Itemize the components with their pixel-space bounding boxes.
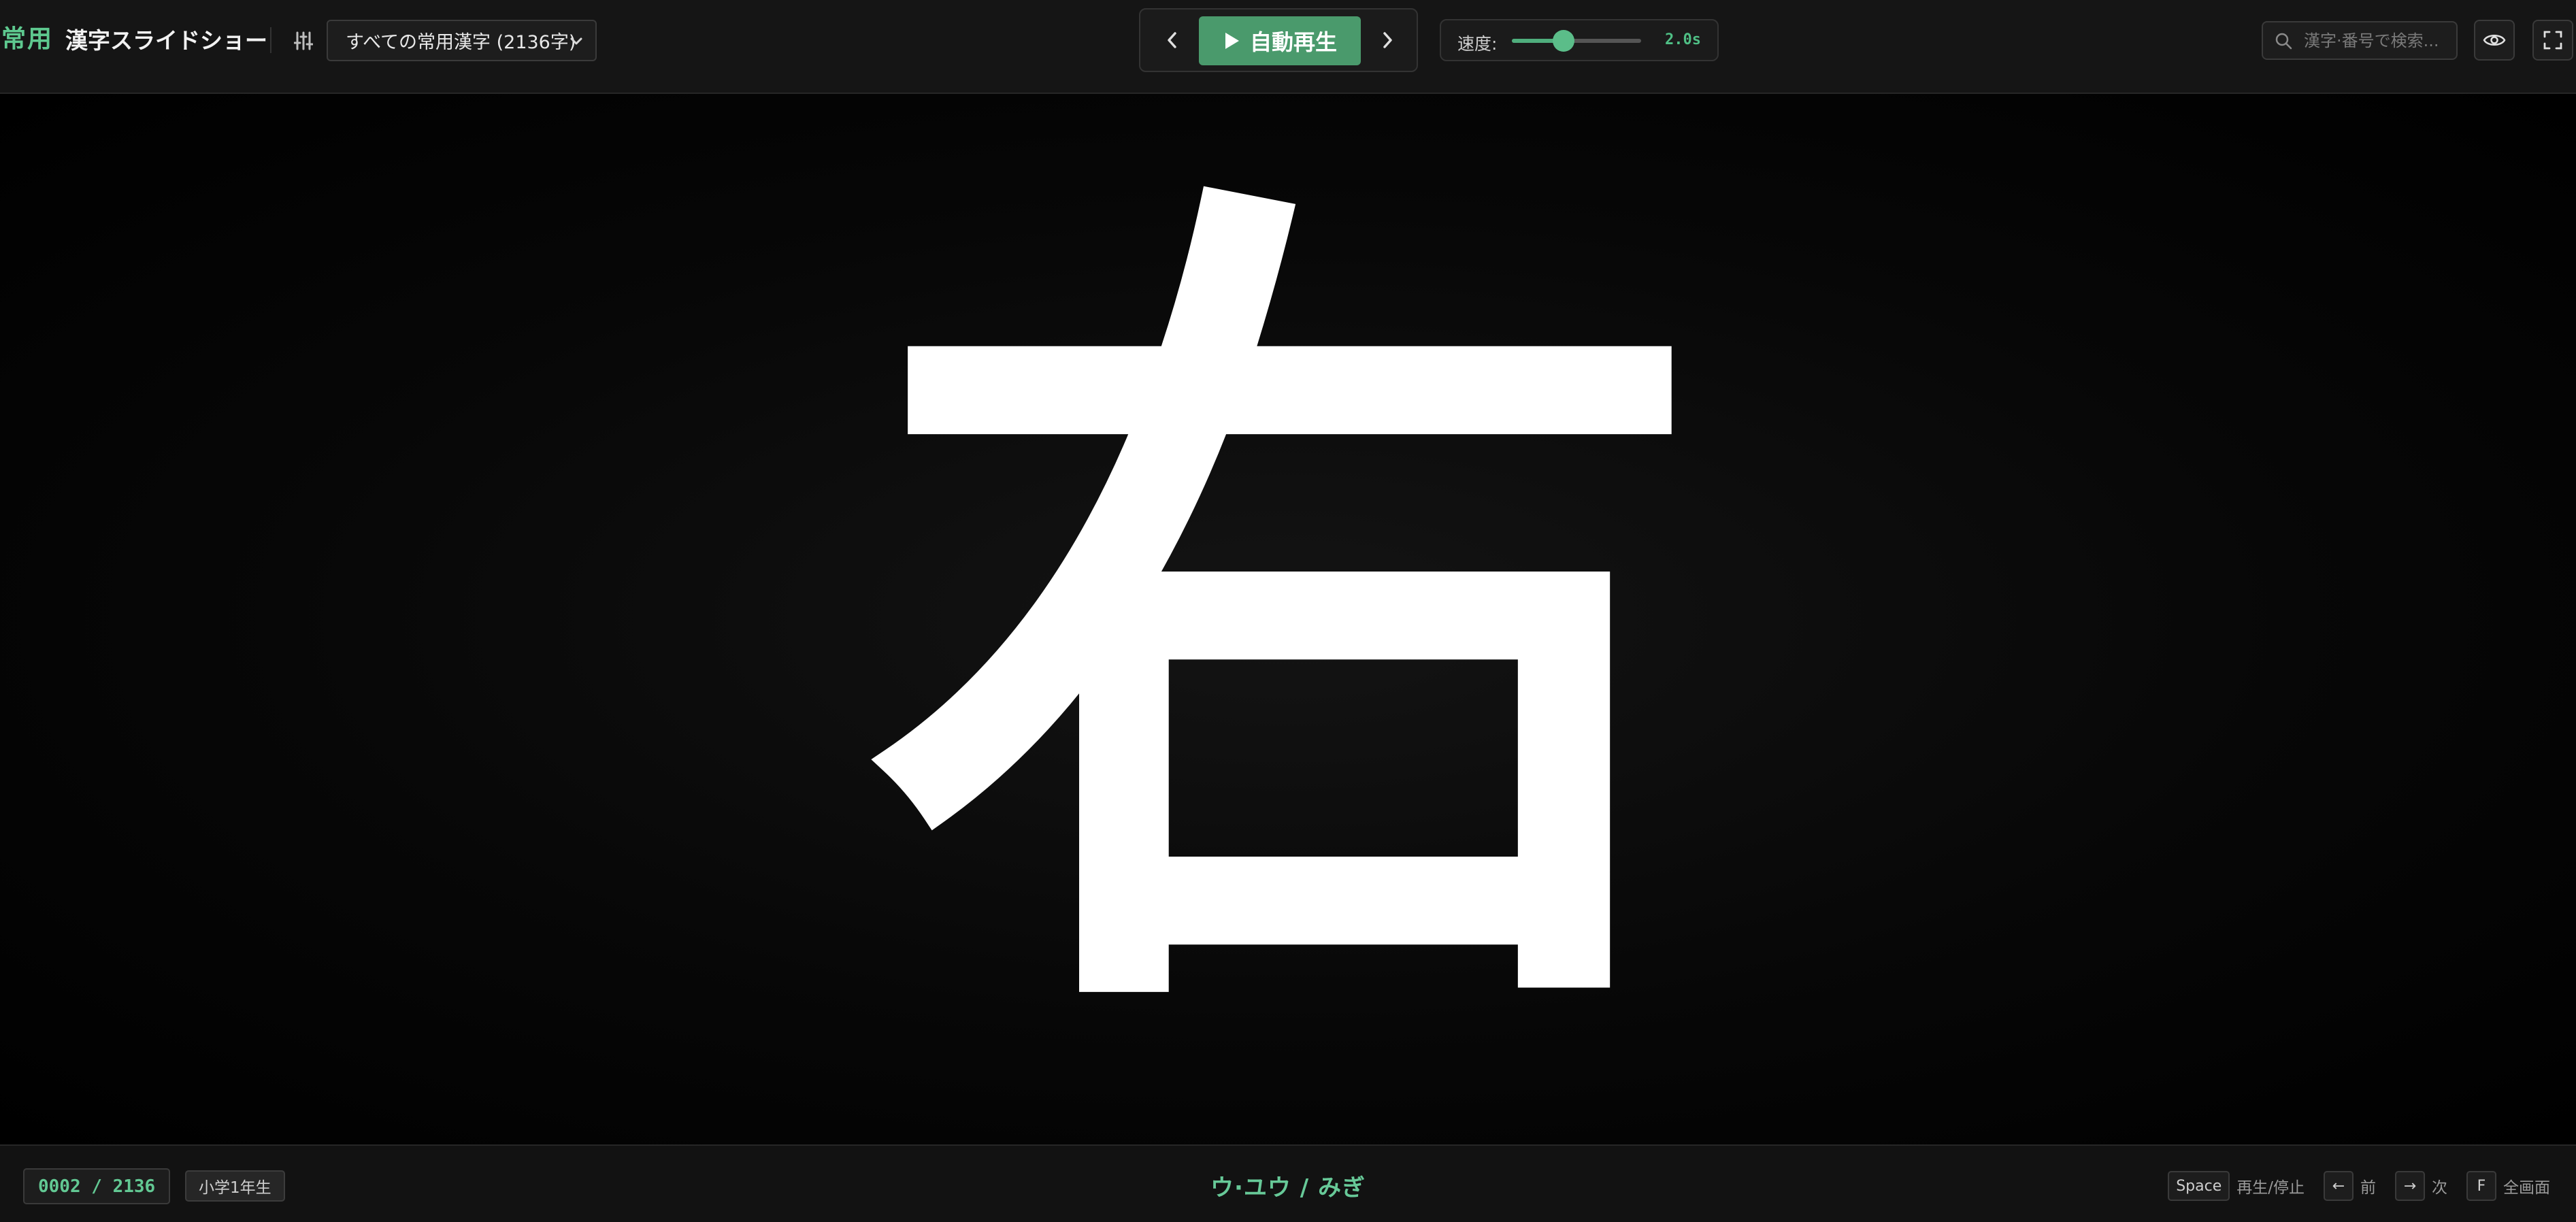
sliders-icon <box>294 31 313 50</box>
previous-button[interactable] <box>1157 24 1188 56</box>
logo-accent: 常用 <box>1 25 54 53</box>
kanji-set-select-value: すべての常用漢字 (2136字) <box>346 32 576 53</box>
playback-controls: 自動再生 <box>1139 8 1418 72</box>
speed-label: 速度: <box>1457 34 1498 54</box>
speed-control: 速度: 2.0s <box>1440 19 1719 61</box>
eye-icon <box>2483 35 2506 46</box>
next-button[interactable] <box>1372 24 1403 56</box>
top-bar: 常用 漢字スライドショー すべての常用漢字 (2136字) 自動再生 速度: 2… <box>0 0 2576 94</box>
keyboard-shortcuts: Space 再生/停止 ← 前 → 次 F 全画面 <box>2168 1170 2550 1202</box>
speed-value: 2.0s <box>1665 31 1701 48</box>
toggle-visibility-button[interactable] <box>2474 20 2515 61</box>
search-box <box>2262 21 2458 60</box>
play-icon <box>1225 33 1239 49</box>
shortcut-key: → <box>2395 1171 2425 1201</box>
shortcut-label: 次 <box>2432 1179 2447 1197</box>
chevron-left-icon <box>1168 32 1176 48</box>
chevron-down-icon <box>570 37 582 45</box>
kanji-set-select[interactable]: すべての常用漢字 (2136字) <box>327 20 597 61</box>
slide-stage: 右 <box>0 94 2576 1144</box>
fullscreen-icon <box>2543 31 2562 50</box>
kanji-display: 右 <box>866 128 1710 1110</box>
app-title: 漢字スライドショー <box>65 27 267 54</box>
fullscreen-button[interactable] <box>2532 20 2573 61</box>
autoplay-button[interactable]: 自動再生 <box>1199 16 1361 65</box>
search-input[interactable] <box>2304 22 2454 59</box>
speed-slider-thumb[interactable] <box>1553 30 1574 52</box>
header-divider <box>270 27 271 53</box>
shortcut-key: Space <box>2168 1171 2230 1201</box>
shortcut-label: 前 <box>2360 1179 2376 1197</box>
shortcut-key: ← <box>2324 1171 2354 1201</box>
shortcut-label: 全画面 <box>2503 1179 2550 1197</box>
autoplay-label: 自動再生 <box>1249 30 1337 54</box>
chevron-right-icon <box>1383 32 1392 48</box>
shortcut-label: 再生/停止 <box>2236 1179 2305 1197</box>
filter-settings-button[interactable] <box>288 26 318 56</box>
search-icon <box>2275 33 2292 50</box>
speed-slider[interactable] <box>1512 30 1641 52</box>
app-root: 常用 漢字スライドショー すべての常用漢字 (2136字) 自動再生 速度: 2… <box>0 0 2576 1222</box>
bottom-bar: 0002 / 2136 小学1年生 ウ·ユウ / みぎ Space 再生/停止 … <box>0 1144 2576 1222</box>
shortcut-key: F <box>2466 1171 2496 1201</box>
